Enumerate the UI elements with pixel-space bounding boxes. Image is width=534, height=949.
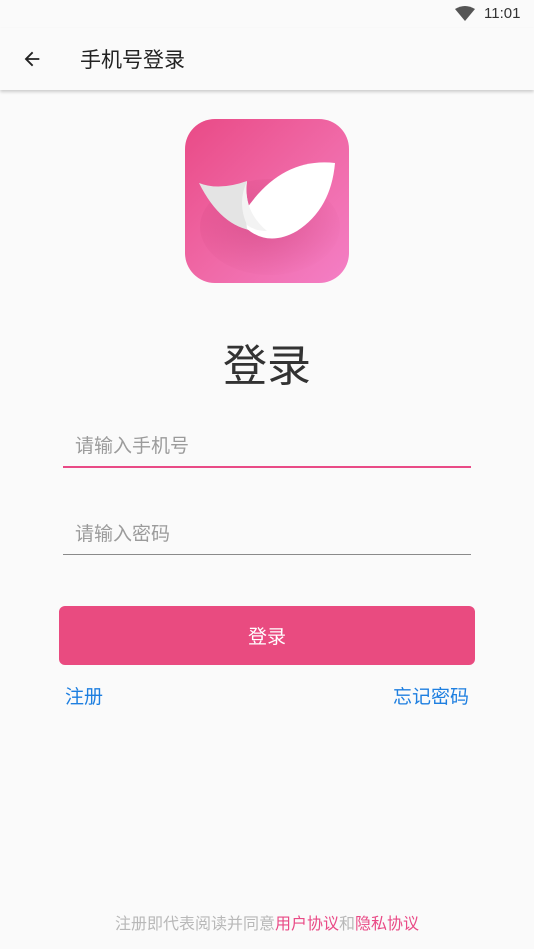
password-field-container: [63, 513, 471, 555]
phone-input[interactable]: [63, 426, 471, 466]
forgot-password-link[interactable]: 忘记密码: [393, 682, 469, 709]
agreement-prefix: 注册即代表阅读并同意: [114, 914, 275, 933]
back-button[interactable]: [14, 41, 50, 77]
arrow-left-icon: [24, 51, 40, 67]
status-time: 11:01: [484, 5, 521, 22]
agreement-conjunction: 和: [339, 914, 356, 933]
status-bar: 11:01: [0, 0, 534, 28]
app-bar: 手机号登录: [0, 28, 534, 90]
page-title: 手机号登录: [80, 48, 185, 72]
phone-field-container: [63, 426, 471, 468]
login-heading: 登录: [223, 341, 311, 392]
privacy-policy-link[interactable]: 隐私协议: [355, 914, 419, 933]
wifi-icon: [455, 6, 475, 21]
register-link[interactable]: 注册: [65, 682, 103, 709]
password-input[interactable]: [63, 513, 471, 554]
app-logo-icon: [185, 119, 349, 283]
user-agreement-link[interactable]: 用户协议: [275, 914, 339, 933]
login-button[interactable]: 登录: [59, 606, 475, 665]
agreement-text: 注册即代表阅读并同意用户协议和隐私协议: [0, 910, 534, 934]
